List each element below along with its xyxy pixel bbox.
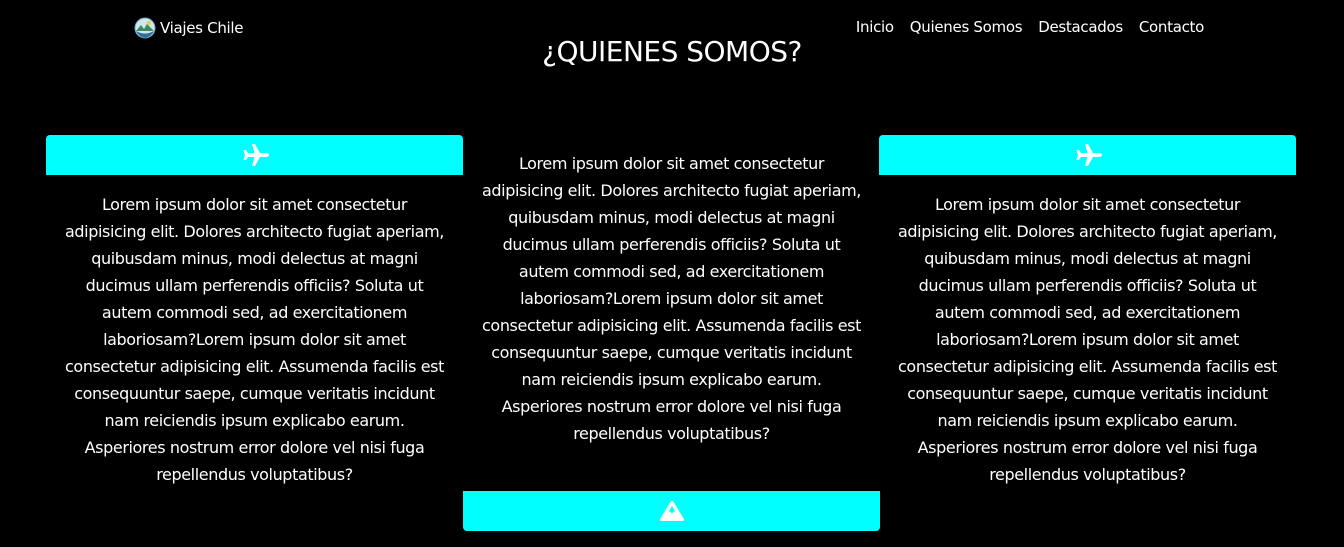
mountain-icon [659,501,684,521]
about-card: Lorem ipsum dolor sit amet consectetur a… [879,135,1296,488]
card-text: Lorem ipsum dolor sit amet consectetur a… [482,154,861,443]
about-card: Lorem ipsum dolor sit amet consectetur a… [463,150,880,531]
about-card: Lorem ipsum dolor sit amet consectetur a… [46,135,463,488]
card-icon-bar [46,135,463,175]
card-text: Lorem ipsum dolor sit amet consectetur a… [65,195,444,484]
card-icon-bar [879,135,1296,175]
card-text: Lorem ipsum dolor sit amet consectetur a… [898,195,1277,484]
airplane-icon [1076,144,1102,166]
card-icon-bar [463,491,880,531]
airplane-icon [243,144,269,166]
section-title: ¿QUIENES SOMOS? [542,35,802,68]
page: Viajes Chile Inicio Quienes Somos Destac… [0,0,1344,547]
